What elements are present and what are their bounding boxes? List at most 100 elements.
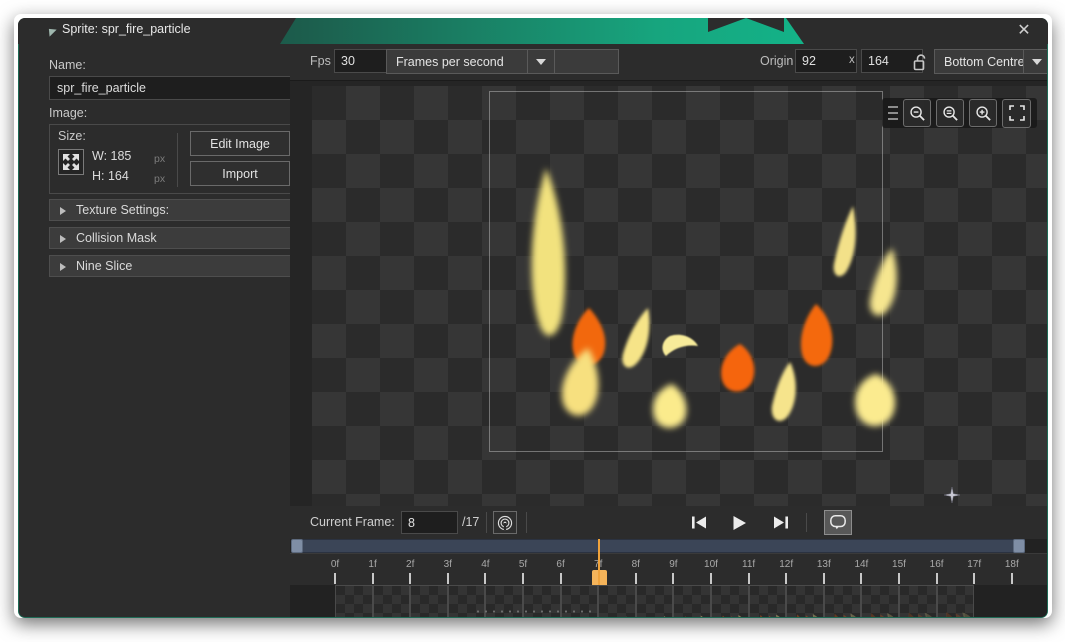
ruler-tick-mark [672,573,675,584]
section-nine-slice[interactable]: Nine Slice [49,255,297,277]
close-icon[interactable]: ✕ [1014,21,1034,41]
playback-mode-dropdown-button[interactable] [527,49,555,74]
zoom-controls [882,98,1037,128]
previous-frame-button[interactable] [688,512,710,533]
section-collision-mask[interactable]: Collision Mask [49,227,297,249]
chevron-down-icon [1032,58,1042,65]
frame-thumbnail[interactable] [410,585,448,617]
section-label: Collision Mask [76,231,157,245]
zoom-in-button[interactable] [969,99,997,127]
ruler-tick-label: 9f [669,559,678,570]
edit-image-button[interactable]: Edit Image [190,131,290,156]
group-divider [177,133,178,187]
ruler-tick-label: 13f [816,559,831,570]
resize-icon[interactable] [58,149,84,175]
origin-crosshair-icon [943,486,961,504]
titlebar-right-slant [786,18,804,44]
loop-button[interactable] [824,510,852,535]
frame-thumbnail[interactable] [598,585,636,617]
sprite-editor-window: Sprite: spr_fire_particle ✕ Name: spr_fi… [0,0,1065,642]
ruler-tick-mark [409,573,412,584]
ruler-tick-label: 10f [704,559,718,570]
ruler-tick-mark [446,573,449,584]
ruler-tick-mark [1010,573,1013,584]
resize-grip-icon[interactable] [474,609,594,614]
ruler-tick-label: 0f [330,559,340,570]
fps-label: Fps [310,54,331,68]
origin-x-input[interactable]: 92 [795,49,857,73]
timeline-ruler[interactable]: 0f1f2f3f4f5f6f7f8f9f10f11f12f13f14f15f16… [290,553,1047,591]
drag-grip-icon[interactable] [888,106,898,120]
chevron-right-icon [60,207,66,215]
ruler-tick-mark [522,573,524,584]
ruler-tick-mark [484,573,487,584]
titlebar-notch [708,18,784,44]
ruler-tick-label: 16f [929,559,944,570]
image-label: Image: [49,106,88,120]
frame-thumbnail[interactable] [861,585,899,617]
titlebar-tab-slant [280,18,296,44]
ruler-tick-label: 5f [518,559,528,570]
ruler-tick-label: 2f [406,559,415,570]
frame-thumbnail[interactable] [936,585,975,617]
ruler-tick-mark [371,573,374,584]
sprite-toolbar: Fps 30 Frames per second Origin 92 x 164… [290,44,1047,81]
ruler-tick-label: 6f [556,559,565,570]
playback-mode-select[interactable]: Frames per second [386,49,619,74]
import-button[interactable]: Import [190,161,290,186]
zoom-fit-button[interactable] [1002,98,1031,128]
current-frame-input[interactable]: 8 [401,511,458,534]
ruler-tick-mark [747,573,750,584]
chevron-down-icon [536,58,546,65]
properties-panel: Name: spr_fire_particle Image: Size: W: … [19,44,297,616]
origin-separator: x [849,54,855,66]
unlocked-padlock-icon[interactable] [908,49,934,74]
playback-bar: Current Frame: 8 /17 [290,506,1047,539]
frame-thumbnail[interactable] [711,585,749,617]
total-frames-label: /17 [462,515,480,529]
next-frame-button[interactable] [770,512,792,533]
timeline-scroll-handle-right[interactable] [1013,539,1025,553]
origin-preset-dropdown-button[interactable] [1023,49,1047,74]
frame-strip [290,585,1047,617]
size-label: Size: [58,129,86,143]
ruler-tick-mark [973,573,976,584]
zoom-out-button[interactable] [903,99,931,127]
ruler-tick-mark [898,573,900,584]
editor-panel: Fps 30 Frames per second Origin 92 x 164… [290,44,1047,617]
ruler-tick-mark [559,573,562,584]
separator [806,513,807,532]
ruler-tick-mark [334,573,336,584]
frame-thumbnail[interactable] [823,585,862,617]
frame-thumbnail[interactable] [635,585,674,617]
frame-thumbnail[interactable] [786,585,824,617]
frame-thumbnail[interactable] [748,585,787,617]
origin-label: Origin [760,54,794,68]
ruler-tick-label: 11f [742,559,756,570]
frame-thumbnail[interactable] [372,585,411,617]
zoom-reset-button[interactable] [936,99,964,127]
ruler-tick-label: 17f [967,559,982,570]
separator [486,512,487,533]
frame-thumbnail[interactable] [335,585,373,617]
window-titlebar[interactable]: Sprite: spr_fire_particle ✕ [18,18,1048,44]
sprite-canvas[interactable] [312,86,1047,506]
height-unit: px [154,173,166,185]
sprite-name-input[interactable]: spr_fire_particle [49,76,297,100]
ruler-tick-label: 1f [368,559,377,570]
ruler-tick-label: 15f [892,559,906,570]
frame-thumbnail[interactable] [673,585,711,617]
timeline-scroll-handle-left[interactable] [291,539,303,553]
play-button[interactable] [728,512,750,533]
ruler-tick-mark [935,573,938,584]
image-size-group: Size: W: 185 px H: 164 px Edit Image Imp… [49,124,297,194]
ruler-tick-label: 3f [443,559,452,570]
frame-thumbnail[interactable] [899,585,937,617]
ruler-tick-label: 8f [631,559,640,570]
chevron-right-icon [60,235,66,243]
timeline-scrollbar[interactable] [294,539,1025,553]
sprite-width-value: W: 185 [92,149,132,163]
section-texture-settings[interactable]: Texture Settings: [49,199,297,221]
onion-skin-button[interactable] [493,511,517,534]
ruler-tick-label: 14f [854,559,869,570]
